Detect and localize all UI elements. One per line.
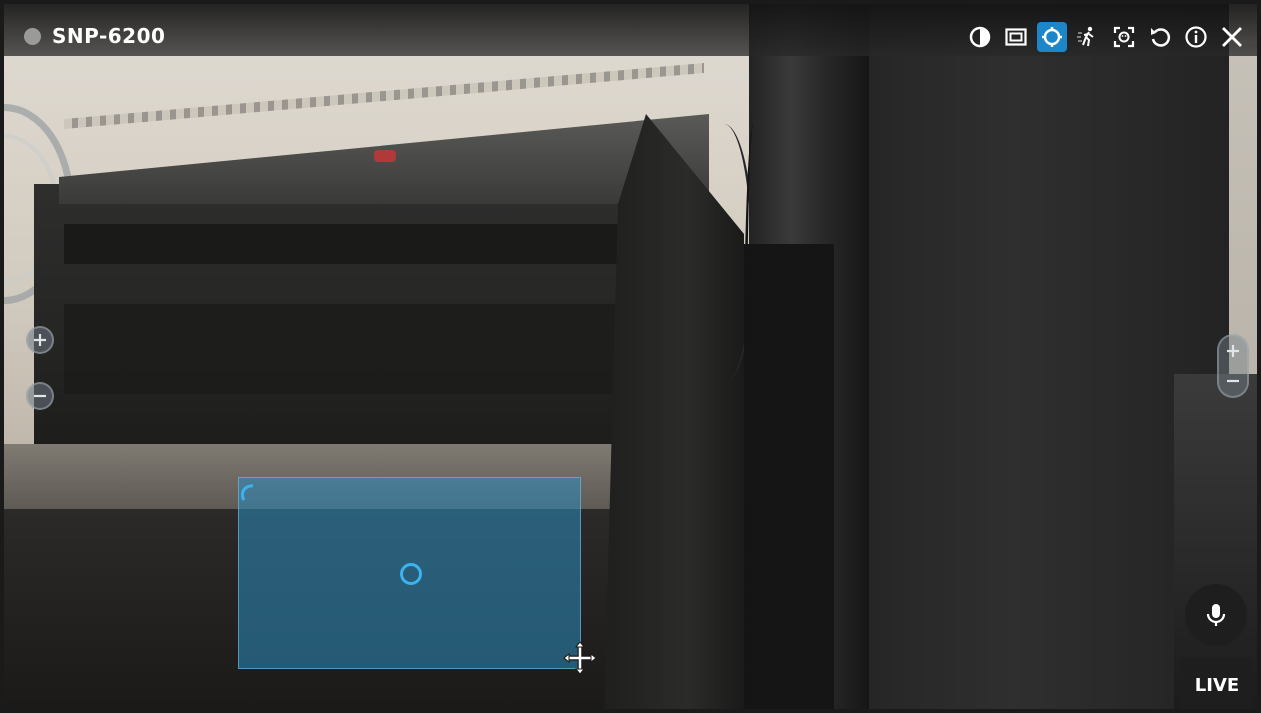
live-video-feed[interactable]	[4, 4, 1257, 709]
face-detection-button[interactable]	[1109, 22, 1139, 52]
zoom-in-button[interactable]	[1221, 339, 1245, 363]
scene-cabinet-slot	[64, 304, 624, 394]
microphone-button[interactable]	[1185, 584, 1247, 646]
zoom-in-icon	[34, 334, 46, 346]
zoom-selection-area[interactable]	[238, 477, 581, 669]
face-detection-icon	[1113, 26, 1135, 48]
zoom-out-icon	[34, 394, 46, 398]
scene-red-marker	[374, 150, 396, 162]
area-zoom-button[interactable]	[1037, 22, 1067, 52]
viewer-toolbar	[965, 21, 1247, 53]
scene-cabinet-slot	[64, 224, 624, 264]
motion-detection-icon	[1077, 26, 1094, 47]
info-button[interactable]	[1181, 22, 1211, 52]
camera-viewer: SNP-6200 LIVE	[0, 0, 1261, 713]
contrast-icon	[969, 26, 991, 48]
picture-in-picture-icon	[1005, 28, 1027, 46]
picture-in-picture-button[interactable]	[1001, 22, 1031, 52]
loading-spinner-icon	[240, 484, 254, 501]
zoom-out-button[interactable]	[26, 382, 54, 410]
contrast-button[interactable]	[965, 22, 995, 52]
live-badge: LIVE	[1181, 659, 1253, 709]
rotate-button[interactable]	[1145, 22, 1175, 52]
area-zoom-icon	[1042, 27, 1062, 47]
close-icon	[1222, 27, 1242, 47]
close-button[interactable]	[1217, 22, 1247, 52]
selection-center-handle[interactable]	[400, 563, 422, 585]
zoom-in-button[interactable]	[26, 326, 54, 354]
move-cursor-icon	[563, 641, 597, 675]
microphone-icon	[1206, 604, 1226, 626]
viewer-header: SNP-6200	[4, 4, 1257, 56]
motion-detection-button[interactable]	[1073, 22, 1103, 52]
scene-wire	[744, 124, 768, 709]
right-zoom-controls	[1217, 334, 1249, 398]
rotate-icon	[1151, 28, 1171, 47]
zoom-out-icon	[1227, 379, 1239, 383]
camera-status-indicator	[24, 28, 41, 45]
camera-name: SNP-6200	[52, 24, 166, 48]
left-zoom-controls	[26, 326, 54, 410]
zoom-out-button[interactable]	[1221, 369, 1245, 393]
info-icon	[1185, 26, 1207, 48]
zoom-in-icon	[1227, 345, 1239, 357]
